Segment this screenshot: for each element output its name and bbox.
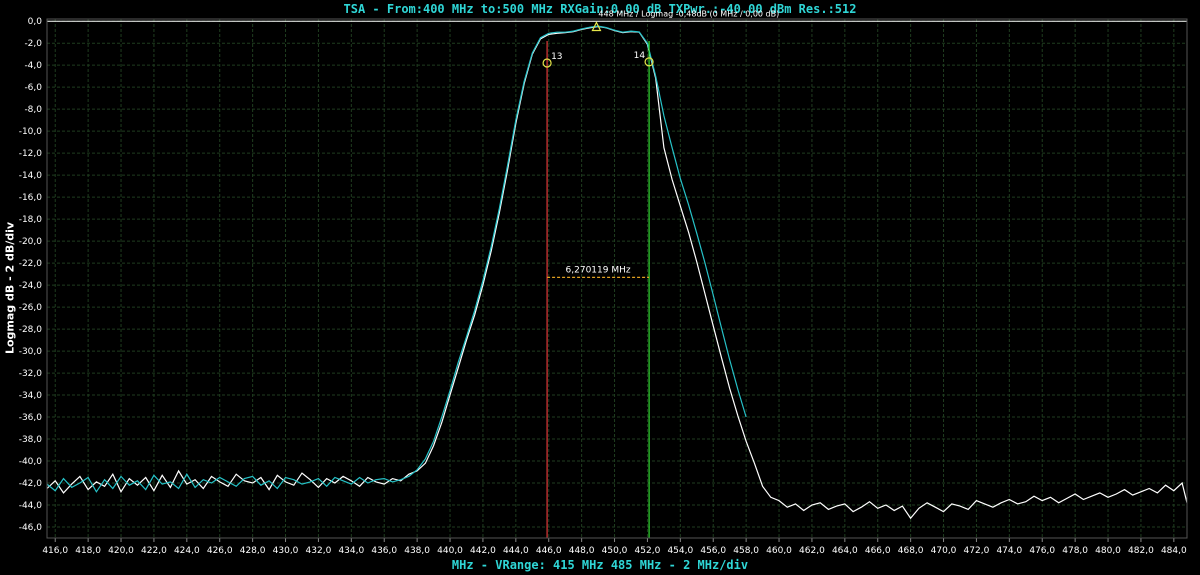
x-tick-label: 440,0 [437, 546, 463, 556]
y-tick-label: -14,0 [19, 171, 43, 181]
x-tick-label: 424,0 [174, 546, 200, 556]
x-tick-label: 478,0 [1062, 546, 1088, 556]
x-tick-label: 434,0 [338, 546, 364, 556]
markers: 13 14 448 MHz / Logmag -0,48dB (0 MHz / 0,… [542, 9, 779, 538]
y-tick-label: -6,0 [24, 83, 42, 93]
y-tick-label: -40,0 [19, 457, 43, 467]
y-tick-label: -38,0 [19, 435, 43, 445]
x-tick-label: 460,0 [766, 546, 792, 556]
x-tick-label: 484,0 [1161, 546, 1187, 556]
y-tick-label: -46,0 [19, 523, 43, 533]
x-tick-label: 462,0 [799, 546, 825, 556]
x-tick-label: 442,0 [470, 546, 496, 556]
x-tick-label: 458,0 [733, 546, 759, 556]
y-tick-label: -42,0 [19, 479, 43, 489]
x-tick-label: 416,0 [42, 546, 68, 556]
y-tick-label: -12,0 [19, 149, 43, 159]
x-axis-label: MHz - VRange: 415 MHz 485 MHz - 2 MHz/di… [451, 558, 749, 572]
x-tick-label: 428,0 [240, 546, 266, 556]
y-tick-label: -44,0 [19, 501, 43, 511]
grid-lines [47, 19, 1187, 542]
y-tick-label: -26,0 [19, 303, 43, 313]
y-tick-label: -22,0 [19, 259, 43, 269]
x-tick-labels: 416,0 418,0 420,0 422,0 424,0 426,0 428,0 430,0… [42, 546, 1187, 556]
y-tick-label: -30,0 [19, 347, 43, 357]
x-tick-label: 482,0 [1128, 546, 1154, 556]
y-tick-label: -34,0 [19, 391, 43, 401]
y-tick-label: -16,0 [19, 193, 43, 203]
x-tick-label: 418,0 [75, 546, 101, 556]
x-tick-label: 452,0 [635, 546, 661, 556]
x-tick-label: 480,0 [1095, 546, 1121, 556]
y-tick-label: -18,0 [19, 215, 43, 225]
y-tick-label: -20,0 [19, 237, 43, 247]
plot-frame [46, 18, 1188, 539]
trace-secondary [46, 25, 747, 493]
y-tick-label: -36,0 [19, 413, 43, 423]
y-tick-label: -4,0 [24, 61, 42, 71]
y-tick-label: -8,0 [24, 105, 42, 115]
x-tick-label: 454,0 [667, 546, 693, 556]
y-tick-label: -10,0 [19, 127, 43, 137]
marker-label-13: 13 [551, 52, 562, 62]
x-tick-label: 476,0 [1029, 546, 1055, 556]
x-tick-label: 432,0 [306, 546, 332, 556]
x-tick-label: 438,0 [404, 546, 430, 556]
y-tick-label: -28,0 [19, 325, 43, 335]
bandwidth-label: 6,270119 MHz [566, 265, 631, 275]
marker-label-14: 14 [634, 51, 646, 61]
x-tick-label: 470,0 [931, 546, 957, 556]
spectrum-plot: 0,0 -2,0 -4,0 -6,0 -8,0 -10,0 -12,0 -14,0 -16,0 -… [19, 9, 1188, 556]
x-tick-label: 430,0 [273, 546, 299, 556]
y-tick-labels: 0,0 -2,0 -4,0 -6,0 -8,0 -10,0 -12,0 -14,0 -16,0 -… [19, 17, 43, 533]
y-tick-label: 0,0 [28, 17, 43, 27]
x-tick-label: 474,0 [996, 546, 1022, 556]
x-tick-label: 464,0 [832, 546, 858, 556]
y-axis-label: Logmag dB - 2 dB/div [3, 221, 17, 355]
x-tick-label: 466,0 [865, 546, 891, 556]
x-tick-label: 420,0 [108, 546, 134, 556]
x-tick-label: 468,0 [898, 546, 924, 556]
y-tick-label: -24,0 [19, 281, 43, 291]
x-tick-label: 426,0 [207, 546, 233, 556]
y-tick-label: -32,0 [19, 369, 43, 379]
x-tick-label: 446,0 [536, 546, 562, 556]
y-tick-label: -2,0 [24, 39, 42, 49]
x-tick-label: 448,0 [569, 546, 595, 556]
x-tick-label: 472,0 [964, 546, 990, 556]
peak-readout: 448 MHz / Logmag -0,48dB (0 MHz / 0,00 d… [598, 9, 779, 18]
x-tick-label: 450,0 [602, 546, 628, 556]
x-tick-label: 422,0 [141, 546, 167, 556]
x-tick-label: 436,0 [371, 546, 397, 556]
x-tick-label: 444,0 [503, 546, 529, 556]
x-tick-label: 456,0 [700, 546, 726, 556]
